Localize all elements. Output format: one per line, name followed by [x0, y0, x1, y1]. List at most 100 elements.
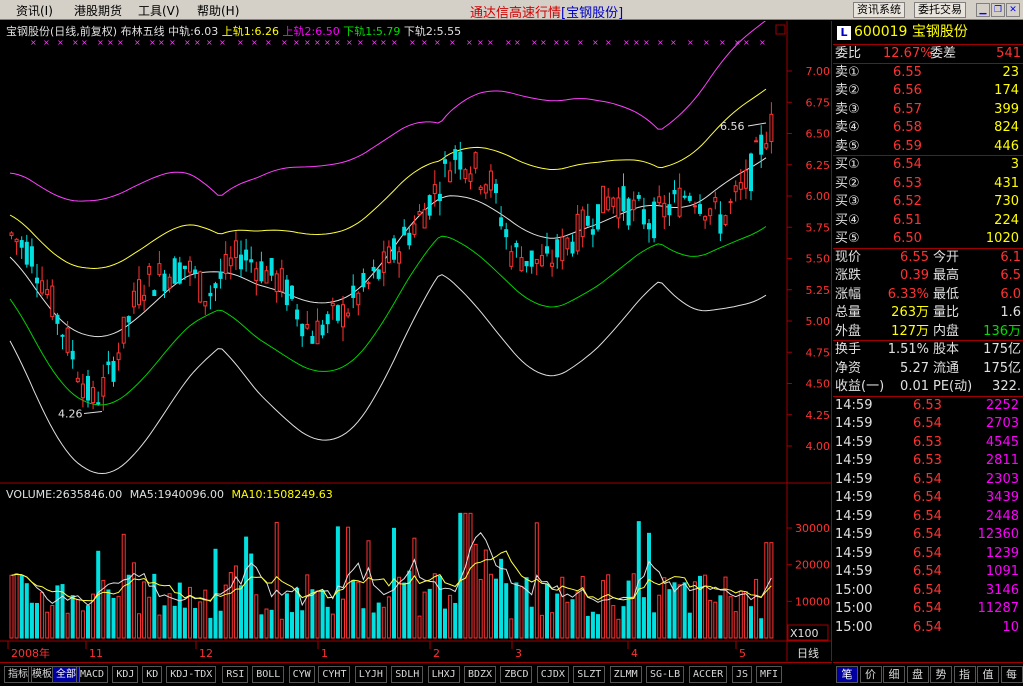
volume-bar	[371, 612, 376, 639]
signal-mark: ×	[184, 38, 191, 47]
tab-cyw[interactable]: CYW	[288, 666, 315, 683]
kline-chart[interactable]: 7.00 6.75 6.50 6.25 6.00 5.75 5.50 5.25 5.00 4.75…	[0, 21, 832, 661]
volume-bar	[111, 597, 116, 639]
tab-kdj[interactable]: KDJ	[112, 666, 139, 683]
menu-hk-futures[interactable]: 港股期货	[74, 2, 122, 19]
tab-sdlh[interactable]: SDLH	[391, 666, 424, 683]
volume-bar	[443, 608, 447, 639]
candle-body	[458, 151, 463, 170]
volume-bar	[35, 602, 39, 639]
tab-cjdx[interactable]: CJDX	[536, 666, 569, 683]
tab-zbcd[interactable]: ZBCD	[500, 666, 533, 683]
panel-tab-2[interactable]: 细	[883, 666, 905, 683]
menu-help[interactable]: 帮助(H)	[197, 2, 239, 19]
panel-tab-4[interactable]: 势	[930, 666, 952, 683]
tab-lyjh[interactable]: LYJH	[354, 666, 387, 683]
signal-mark: ×	[149, 38, 156, 47]
tab-kd[interactable]: KD	[142, 666, 163, 683]
signal-mark: ×	[449, 38, 456, 47]
volume-unit-label: X100	[790, 627, 819, 640]
ask-book: 卖① 6.55 23 卖② 6.56 174 卖③ 6.57 399 卖④ 6.58 824 卖⑤ 6.5…	[833, 64, 1023, 156]
price-axis-label: 4.00	[806, 440, 831, 453]
stat-value: 1.6	[1000, 305, 1021, 320]
ask-row: 卖③ 6.57 399	[833, 101, 1023, 120]
chart-area[interactable]: 7.00 6.75 6.50 6.25 6.00 5.75 5.50 5.25 5.00 4.75…	[0, 21, 832, 661]
bid-row: 买⑤ 6.50 1020	[833, 230, 1023, 249]
bid-label: 买③	[835, 194, 860, 209]
bollinger-lower2-line	[9, 274, 767, 475]
panel-tab-3[interactable]: 盘	[906, 666, 929, 683]
volume-bar	[621, 606, 626, 639]
volume-bar	[728, 596, 733, 639]
volume-axis-label: 10000	[795, 595, 830, 608]
candle-body	[417, 211, 422, 215]
tab-js[interactable]: JS	[732, 666, 753, 683]
price-axis-label: 5.25	[806, 284, 831, 297]
tab-boll[interactable]: BOLL	[252, 666, 285, 683]
tab-zlmm[interactable]: ZLMM	[609, 666, 642, 683]
signal-mark: ×	[81, 38, 88, 47]
tab-slzt[interactable]: SLZT	[573, 666, 606, 683]
trade-button[interactable]: 委托交易	[914, 2, 966, 18]
candle-body	[335, 305, 340, 321]
panel-tab-5[interactable]: 指	[953, 666, 976, 683]
panel-tab-1[interactable]: 价	[859, 666, 882, 683]
info-label: 股本	[933, 342, 960, 357]
info-system-button[interactable]: 资讯系统	[853, 2, 905, 18]
tab-bdzx[interactable]: BDZX	[464, 666, 497, 683]
candle-body	[244, 249, 249, 261]
ask-label: 卖②	[835, 83, 860, 98]
volume-axis-label: 20000	[795, 559, 830, 572]
volume-bar	[483, 549, 488, 639]
minimize-icon[interactable]: ▁	[976, 3, 990, 17]
menu-info[interactable]: 资讯(I)	[16, 2, 53, 19]
tab-accer[interactable]: ACCER	[689, 666, 728, 683]
period-label: 日线	[797, 646, 819, 660]
tab-mfi[interactable]: MFI	[756, 666, 783, 683]
signal-mark: ×	[293, 38, 300, 47]
candle-body	[392, 238, 396, 260]
close-icon[interactable]: ✕	[1006, 3, 1020, 17]
signal-mark: ×	[281, 38, 288, 47]
candle-body	[177, 262, 182, 284]
candle-body	[305, 323, 310, 329]
panel-tab-6[interactable]: 值	[977, 666, 999, 683]
price-axis-label: 6.50	[806, 128, 831, 141]
stock-code: 600019	[854, 24, 908, 40]
level-badge: L	[837, 26, 851, 40]
menu-tools[interactable]: 工具(V)	[138, 2, 180, 19]
bid-volume: 730	[994, 194, 1019, 209]
tab-rsi[interactable]: RSI	[222, 666, 249, 683]
bid-price: 6.52	[893, 194, 922, 209]
restore-icon[interactable]: ❐	[991, 3, 1005, 17]
tab-cyht[interactable]: CYHT	[318, 666, 351, 683]
candle-body	[101, 377, 106, 397]
volume-bar	[254, 594, 259, 639]
tick-price: 6.54	[913, 601, 942, 616]
candle-body	[427, 195, 432, 216]
panel-tab-0[interactable]: 笔	[836, 666, 858, 683]
panel-tab-7[interactable]: 每	[1000, 666, 1023, 683]
candle-body	[723, 215, 728, 225]
tab-kdj-tdx[interactable]: KDJ-TDX	[166, 666, 217, 683]
tab-macd[interactable]: MACD	[76, 666, 109, 683]
signal-mark: ×	[505, 38, 512, 47]
volume-bar	[412, 537, 417, 639]
volume-bar	[381, 606, 386, 639]
tick-list[interactable]: 14:59 6.53 2252 14:59 6.54 2703 14:59 6.53 4545 1…	[833, 397, 1023, 638]
candle-body	[504, 229, 509, 238]
bid-row: 买④ 6.51 224	[833, 212, 1023, 231]
volume-bar	[662, 577, 667, 639]
quote-stats: 现价 6.55 今开 6.1 涨跌 0.39 最高 6.5 涨幅 6.33% 最低 6.0 总量 263万…	[833, 249, 1023, 341]
tab-lhxj[interactable]: LHXJ	[427, 666, 460, 683]
bid-volume: 431	[994, 175, 1019, 191]
tab-sg-lb[interactable]: SG-LB	[646, 666, 685, 683]
stat-value: 127万	[891, 323, 929, 339]
stock-header: L 600019 宝钢股份	[833, 21, 1023, 45]
volume-bar	[9, 574, 14, 639]
tick-volume: 2252	[985, 397, 1019, 413]
tick-row: 14:59 6.54 12360	[833, 526, 1023, 545]
candle-body	[45, 289, 50, 296]
volume-bar	[692, 581, 697, 639]
price-axis-label: 6.25	[806, 159, 831, 172]
